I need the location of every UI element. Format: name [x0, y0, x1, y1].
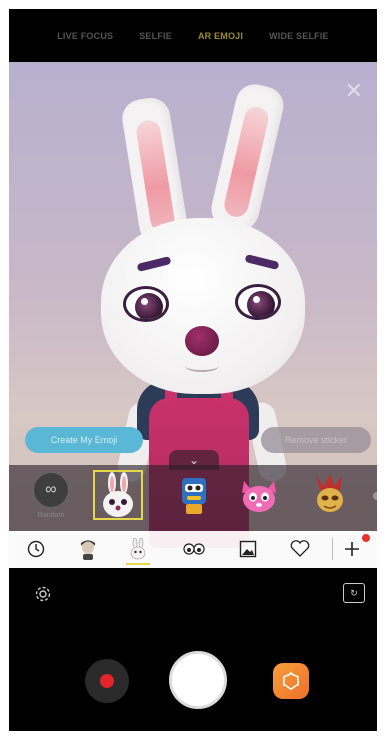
- mouth: [185, 360, 219, 372]
- avatar-face-icon[interactable]: [75, 537, 101, 561]
- remove-sticker-button[interactable]: Remove sticker: [261, 427, 371, 453]
- eyes-icon[interactable]: [181, 537, 207, 561]
- settings-icon[interactable]: [33, 584, 53, 604]
- chevron-down-icon[interactable]: ⌄: [169, 450, 219, 470]
- camera-mode-bar: LIVE FOCUS SELFIE AR EMOJI WIDE SELFIE: [9, 9, 377, 62]
- camera-screen: LIVE FOCUS SELFIE AR EMOJI WIDE SELFIE ✕…: [9, 9, 377, 731]
- mode-live-focus[interactable]: LIVE FOCUS: [57, 31, 113, 41]
- left-eye: [123, 286, 169, 322]
- category-separator: [332, 538, 333, 560]
- heart-icon[interactable]: [287, 537, 313, 561]
- random-button[interactable]: ∞: [33, 472, 69, 508]
- record-dot-icon: [100, 674, 114, 688]
- recent-icon[interactable]: [23, 537, 49, 561]
- bunny-icon[interactable]: [125, 537, 151, 561]
- mode-wide-selfie[interactable]: WIDE SELFIE: [269, 31, 329, 41]
- more-stickers-indicator: [373, 492, 377, 500]
- camera-preview: ✕ Create My Emoji Remove sticker ⌄ ∞ Ran…: [9, 62, 377, 568]
- create-my-emoji-button[interactable]: Create My Emoji: [25, 427, 143, 453]
- robot-icon: [182, 478, 206, 514]
- gallery-button[interactable]: [273, 663, 309, 699]
- nose: [185, 326, 219, 356]
- add-icon[interactable]: [339, 537, 365, 561]
- sticker-pink-cat[interactable]: [234, 470, 284, 520]
- right-eye: [235, 284, 281, 320]
- shutter-button[interactable]: [169, 651, 227, 709]
- close-icon[interactable]: ✕: [345, 80, 363, 102]
- switch-camera-icon[interactable]: ↻: [343, 583, 365, 603]
- bunny-face-icon: [103, 472, 133, 517]
- new-badge: [362, 534, 370, 542]
- sticker-bunny[interactable]: [93, 470, 143, 520]
- gallery-flower-icon: [282, 671, 300, 690]
- selected-category-indicator: [126, 563, 150, 565]
- mode-selfie[interactable]: SELFIE: [139, 31, 172, 41]
- record-button[interactable]: [85, 659, 129, 703]
- sticker-feather-mask[interactable]: [305, 470, 355, 520]
- feather-mask-icon: [316, 474, 343, 512]
- mode-ar-emoji[interactable]: AR EMOJI: [198, 31, 243, 41]
- random-label: Random: [37, 512, 65, 519]
- frame-icon[interactable]: [235, 537, 261, 561]
- pink-cat-face-icon: [242, 481, 276, 512]
- sticker-robot[interactable]: [169, 470, 219, 520]
- right-ear: [206, 80, 288, 238]
- sticker-category-bar: [9, 531, 377, 568]
